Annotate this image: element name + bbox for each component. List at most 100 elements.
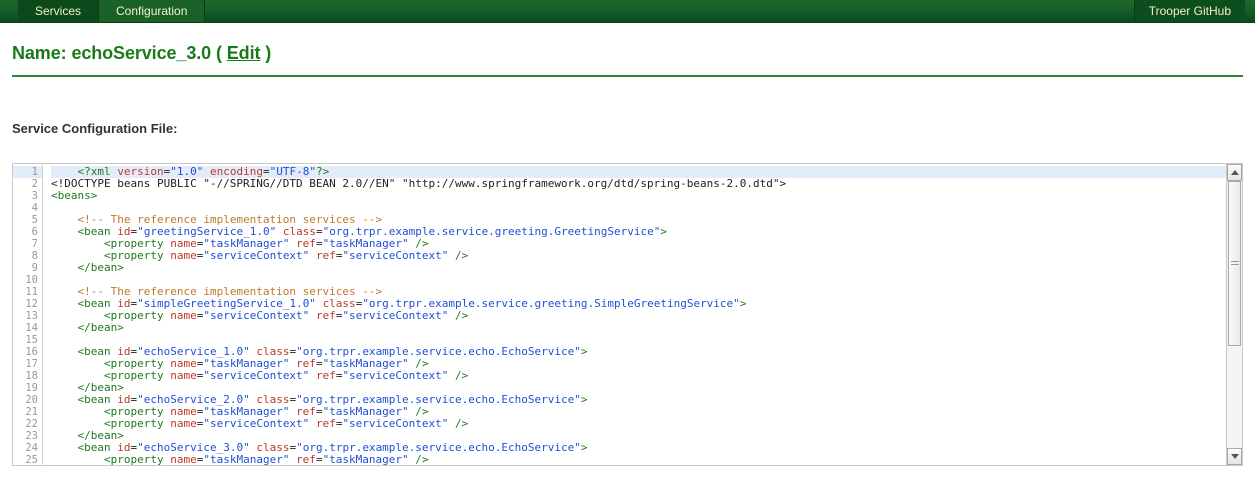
line-number: 11 bbox=[25, 285, 38, 298]
line-number: 18 bbox=[25, 369, 38, 382]
line-number: 7 bbox=[31, 237, 38, 250]
code-line: <property name="serviceContext" ref="ser… bbox=[51, 248, 1226, 262]
line-number: 16 bbox=[25, 345, 38, 358]
scroll-down-arrow-icon[interactable] bbox=[1227, 447, 1242, 465]
line-number: 6 bbox=[31, 225, 38, 238]
nav-tab-configuration[interactable]: Configuration bbox=[99, 0, 206, 22]
code-token-tag: </bean> bbox=[77, 320, 124, 334]
code-token-punct bbox=[309, 417, 316, 430]
code-line: <!DOCTYPE beans PUBLIC "-//SPRING//DTD B… bbox=[51, 176, 1226, 190]
line-number: 23 bbox=[25, 429, 38, 442]
code-token-punct bbox=[309, 309, 316, 322]
code-token-tag: /> bbox=[448, 308, 469, 322]
code-token-tag: > bbox=[580, 392, 588, 406]
code-token-val: "serviceContext" bbox=[203, 368, 310, 382]
nav-tab-trooper-github[interactable]: Trooper GitHub bbox=[1133, 0, 1245, 22]
code-token-tag: > bbox=[580, 440, 588, 454]
code-token-attr: ref bbox=[315, 368, 336, 382]
code-token-punct bbox=[309, 369, 316, 382]
code-token-punct bbox=[51, 321, 78, 334]
code-line: <property name="taskManager" ref="taskMa… bbox=[51, 452, 1226, 465]
line-number: 24 bbox=[25, 441, 38, 454]
title-divider bbox=[12, 74, 1243, 77]
title-block: Name: echoService_3.0 ( Edit ) bbox=[12, 23, 1243, 77]
code-scroll-area: 1 2 3 4 5 6 7 8 9 10 11 12 13 14 15 16 17 18 19 20 21 22 23 24 2… bbox=[13, 163, 1226, 465]
code-token-tag: > bbox=[580, 344, 588, 358]
code-token-tag: /> bbox=[448, 248, 469, 262]
line-number: 25 bbox=[25, 453, 38, 465]
code-token-tag: > bbox=[660, 224, 667, 238]
line-number: 14 bbox=[25, 321, 38, 334]
code-token-tag: /> bbox=[448, 368, 469, 382]
scrollbar-thumb[interactable] bbox=[1228, 180, 1241, 347]
line-number: 21 bbox=[25, 405, 38, 418]
code-token-val: "serviceContext" bbox=[203, 248, 310, 262]
code-token-tag: /> bbox=[408, 452, 429, 465]
nav-left-tabs: Services Configuration bbox=[18, 0, 206, 22]
arrow-up-glyph bbox=[1230, 169, 1239, 175]
code-token-attr: name bbox=[170, 248, 197, 262]
code-token-attr: name bbox=[170, 308, 197, 322]
line-number: 9 bbox=[31, 261, 38, 274]
code-token-tag: <property bbox=[103, 452, 171, 465]
code-token-val: "serviceContext" bbox=[203, 308, 310, 322]
code-line: </bean> bbox=[51, 260, 1226, 274]
service-name: echoService_3.0 bbox=[71, 43, 212, 63]
code-token-punct bbox=[51, 261, 78, 274]
nav-right-tabs: Trooper GitHub bbox=[1133, 0, 1245, 22]
scrollbar-track[interactable] bbox=[1227, 180, 1242, 448]
line-number: 5 bbox=[31, 213, 38, 226]
code-token-val: "serviceContext" bbox=[342, 368, 449, 382]
line-number: 13 bbox=[25, 309, 38, 322]
code-token-attr: ref bbox=[315, 308, 336, 322]
line-number: 20 bbox=[25, 393, 38, 406]
code-token-val: "serviceContext" bbox=[203, 416, 310, 430]
code-token-val: "taskManager" bbox=[203, 452, 290, 465]
line-number: 12 bbox=[25, 297, 38, 310]
nav-tab-services[interactable]: Services bbox=[18, 0, 100, 22]
code-line: </bean> bbox=[51, 320, 1226, 334]
vertical-scrollbar[interactable] bbox=[1226, 163, 1243, 465]
code-token-tag: /> bbox=[448, 416, 469, 430]
code-token-val: "taskManager" bbox=[322, 452, 409, 465]
code-token-val: "serviceContext" bbox=[342, 308, 449, 322]
line-number: 4 bbox=[31, 201, 38, 214]
code-token-attr: ref bbox=[296, 452, 316, 465]
code-token-val: "serviceContext" bbox=[342, 248, 449, 262]
arrow-down-glyph bbox=[1230, 453, 1239, 459]
scroll-up-arrow-icon[interactable] bbox=[1227, 163, 1242, 181]
grip-icon bbox=[1230, 259, 1239, 267]
line-number: 17 bbox=[25, 357, 38, 370]
code-token-doc: <!DOCTYPE beans PUBLIC "-//SPRING//DTD B… bbox=[51, 176, 787, 190]
line-number: 1 bbox=[13, 165, 42, 178]
page-content: Name: echoService_3.0 ( Edit ) Service C… bbox=[0, 23, 1255, 466]
code-token-val: "serviceContext" bbox=[342, 416, 449, 430]
page-title-prefix: Name: bbox=[12, 43, 67, 63]
code-viewer: 1 2 3 4 5 6 7 8 9 10 11 12 13 14 15 16 17 18 19 20 21 22 23 24 2… bbox=[12, 162, 1243, 466]
code-token-attr: name bbox=[170, 416, 197, 430]
line-number: 10 bbox=[25, 273, 38, 286]
line-number-gutter: 1 2 3 4 5 6 7 8 9 10 11 12 13 14 15 16 17 18 19 20 21 22 23 24 2… bbox=[13, 163, 43, 465]
line-number: 8 bbox=[31, 249, 38, 262]
line-number: 22 bbox=[25, 417, 38, 430]
code-token-punct bbox=[51, 453, 104, 465]
code-token-tag: </bean> bbox=[77, 260, 124, 274]
code-token-punct: = bbox=[315, 452, 323, 465]
code-content[interactable]: <?xml version="1.0" encoding="UTF-8"?> <!… bbox=[43, 164, 1226, 465]
line-number: 15 bbox=[25, 333, 38, 346]
code-token-punct bbox=[309, 249, 316, 262]
code-line: <property name="serviceContext" ref="ser… bbox=[51, 368, 1226, 382]
code-token-tag: > bbox=[739, 296, 747, 310]
code-token-attr: name bbox=[170, 368, 197, 382]
edit-link[interactable]: Edit bbox=[227, 43, 261, 63]
code-token-attr: ref bbox=[315, 416, 336, 430]
line-number: 2 bbox=[31, 177, 38, 190]
code-token-tag: <beans> bbox=[51, 188, 98, 202]
section-heading: Service Configuration File: bbox=[12, 120, 178, 136]
line-number: 19 bbox=[25, 381, 38, 394]
code-token-attr: name bbox=[170, 452, 197, 465]
paren-open: ( bbox=[215, 43, 222, 63]
paren-close: ) bbox=[265, 43, 272, 63]
line-number: 3 bbox=[31, 189, 38, 202]
page-title: Name: echoService_3.0 ( Edit ) bbox=[12, 43, 1243, 65]
